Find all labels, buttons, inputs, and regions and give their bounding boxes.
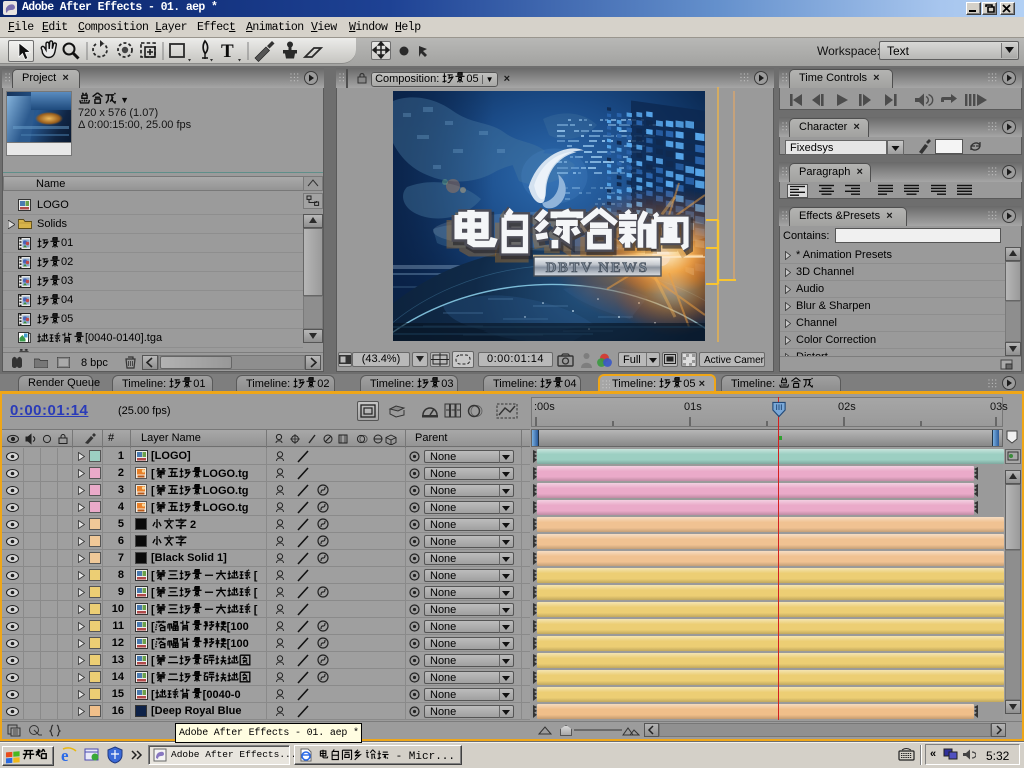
svg-text:DBTV NEWS: DBTV NEWS <box>546 260 649 276</box>
svg-text:T: T <box>221 41 234 62</box>
